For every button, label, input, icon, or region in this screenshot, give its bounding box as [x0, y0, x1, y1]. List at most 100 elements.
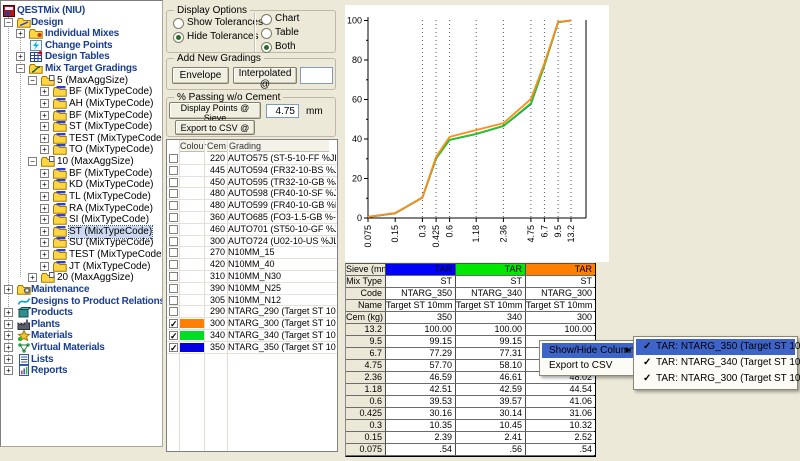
expand-toggle-icon[interactable]: + [40, 215, 49, 224]
interpolated-button[interactable]: Interpolated @ [233, 67, 297, 84]
tree-item-st-mixtypecode[interactable]: +ST (MixTypeCode) [1, 121, 163, 133]
expand-toggle-icon[interactable]: − [16, 64, 25, 73]
expand-toggle-icon[interactable]: + [40, 111, 49, 120]
grading-row-auto701-st50-10-gf-je-je[interactable]: 460 AUTO701 (ST50-10-GF %JE-Jes [167, 224, 337, 236]
expand-toggle-icon[interactable]: + [40, 250, 49, 259]
submenu-item-tar-ntarg-350-target-st-10mm[interactable]: ✓TAR: NTARG_350 (Target ST 10mm) [636, 339, 795, 355]
row-checkbox[interactable] [169, 237, 178, 246]
row-checkbox[interactable] [169, 166, 178, 175]
tree-item-su-mixtypecode[interactable]: +SU (MixTypeCode) [1, 237, 163, 249]
row-checkbox[interactable] [169, 178, 178, 187]
grading-row-auto599-fr40-10-gb-le-je[interactable]: 480 AUTO599 (FR40-10-GB %LE-Jes [167, 200, 337, 212]
tree-item-qestmix-niu[interactable]: QESTMix (NIU) [1, 5, 163, 17]
grading-row-auto724-u02-10-us-jl-jes[interactable]: 300 AUTO724 (U02-10-US %JL-Jes [167, 236, 337, 248]
expand-toggle-icon[interactable]: + [16, 29, 25, 38]
grading-row-auto598-fr40-10-sf-je-je[interactable]: 480 AUTO598 (FR40-10-SF %JE-Jes [167, 188, 337, 200]
tree-item-products[interactable]: +Products [1, 307, 163, 319]
tree-item-10-maxaggsize[interactable]: −10 (MaxAggSize) [1, 156, 163, 168]
grading-row-ntarg-300-target-st-10mm[interactable]: ✓ 300 NTARG_300 (Target ST 10mm) [167, 318, 337, 330]
tree-item-reports[interactable]: +Reports [1, 365, 163, 377]
expand-toggle-icon[interactable]: + [4, 343, 13, 352]
expand-toggle-icon[interactable]: + [40, 227, 49, 236]
grading-row-n10mm-n25[interactable]: 390 N10MM_N25 [167, 283, 337, 295]
expand-toggle-icon[interactable]: − [28, 76, 37, 85]
row-checkbox[interactable] [169, 213, 178, 222]
menu-item-export-to-csv[interactable]: Export to CSV [542, 358, 633, 373]
row-checkbox[interactable] [169, 260, 178, 269]
interpolated-value-input[interactable] [300, 67, 333, 84]
expand-toggle-icon[interactable]: + [4, 366, 13, 375]
expand-toggle-icon[interactable]: + [40, 134, 49, 143]
row-checkbox[interactable] [169, 201, 178, 210]
show-tolerances-radio[interactable]: Show Tolerances [173, 17, 263, 29]
row-checkbox[interactable] [169, 307, 178, 316]
chart-radio[interactable]: Chart [261, 13, 299, 25]
expand-toggle-icon[interactable]: + [28, 273, 37, 282]
row-checkbox[interactable] [169, 272, 178, 281]
expand-toggle-icon[interactable]: + [40, 145, 49, 154]
tree-item-si-mixtypecode[interactable]: +SI (MixTypeCode) [1, 214, 163, 226]
menu-item-show-hide-columns[interactable]: Show/Hide Columns▶ [542, 343, 633, 358]
expand-toggle-icon[interactable]: + [4, 331, 13, 340]
row-checkbox[interactable] [169, 284, 178, 293]
row-checkbox[interactable] [169, 189, 178, 198]
envelope-button[interactable]: Envelope [172, 67, 229, 84]
grading-row-n10mm-40[interactable]: 420 N10MM_40 [167, 259, 337, 271]
expand-toggle-icon[interactable]: + [40, 238, 49, 247]
grading-row-n10mm-n12[interactable]: 305 N10MM_N12 [167, 295, 337, 307]
navigation-tree[interactable]: QESTMix (NIU)−Design+Individual MixesCha… [0, 0, 163, 447]
tree-item-ah-mixtypecode[interactable]: +AH (MixTypeCode) [1, 98, 163, 110]
expand-toggle-icon[interactable]: + [4, 355, 13, 364]
row-checkbox[interactable]: ✓ [169, 331, 178, 340]
grading-row-auto685-fo3-1-5-gb-f-jes[interactable]: 360 AUTO685 (FO3-1.5-GB %-F-Jes [167, 212, 337, 224]
grading-row-ntarg-290-target-st-10mm[interactable]: 290 NTARG_290 (Target ST 10mm) [167, 306, 337, 318]
submenu-item-tar-ntarg-300-target-st-10mm[interactable]: ✓TAR: NTARG_300 (Target ST 10mm) [636, 371, 795, 387]
expand-toggle-icon[interactable]: + [40, 99, 49, 108]
expand-toggle-icon[interactable]: + [4, 320, 13, 329]
grading-row-auto575-st-5-10-ff-je-je[interactable]: 220 AUTO575 (ST-5-10-FF %JE-Jes [167, 153, 337, 165]
tree-item-to-mixtypecode[interactable]: +TO (MixTypeCode) [1, 144, 163, 156]
grading-row-ntarg-350-target-st-10mm[interactable]: ✓ 350 NTARG_350 (Target ST 10mm) [167, 342, 337, 354]
tree-item-design-tables[interactable]: +●Design Tables [1, 51, 163, 63]
grading-row-ntarg-340-target-st-10mm[interactable]: ✓ 340 NTARG_340 (Target ST 10mm) [167, 330, 337, 342]
submenu-item-tar-ntarg-340-target-st-10mm[interactable]: ✓TAR: NTARG_340 (Target ST 10mm) [636, 355, 795, 371]
expand-toggle-icon[interactable]: + [4, 285, 13, 294]
row-checkbox[interactable] [169, 154, 178, 163]
export-csv-at-button[interactable]: Export to CSV @ [175, 120, 255, 135]
expand-toggle-icon[interactable]: + [40, 204, 49, 213]
display-points-button[interactable]: Display Points @ Sieve [169, 102, 261, 119]
expand-toggle-icon[interactable]: + [4, 308, 13, 317]
expand-toggle-icon[interactable]: + [40, 87, 49, 96]
expand-toggle-icon[interactable]: + [40, 122, 49, 131]
expand-toggle-icon[interactable]: + [40, 262, 49, 271]
expand-toggle-icon[interactable]: − [28, 157, 37, 166]
grading-row-n10mm-15[interactable]: 270 N10MM_15 [167, 247, 337, 259]
sieve-size-input[interactable] [266, 104, 299, 118]
expand-toggle-icon[interactable]: − [4, 18, 13, 27]
tree-item-materials[interactable]: +Materials [1, 330, 163, 342]
tree-item-mix-target-gradings[interactable]: −Mix Target Gradings [1, 63, 163, 75]
grading-row-auto595-tr32-10-gb-jl-je[interactable]: 450 AUTO595 (TR32-10-GB %JL-Jes [167, 177, 337, 189]
tree-item-maintenance[interactable]: +Maintenance [1, 284, 163, 296]
tree-item-virtual-materials[interactable]: +Virtual Materials [1, 342, 163, 354]
table-radio[interactable]: Table [261, 27, 299, 39]
tree-item-kd-mixtypecode[interactable]: +KD (MixTypeCode) [1, 179, 163, 191]
grading-row-auto594-fr32-10-bs-je-je[interactable]: 445 AUTO594 (FR32-10-BS %JE-Jes [167, 165, 337, 177]
both-radio[interactable]: Both [261, 41, 296, 53]
tree-item-test-mixtypecode[interactable]: +TEST (MixTypeCode) [1, 249, 163, 261]
expand-toggle-icon[interactable]: + [16, 52, 25, 61]
expand-toggle-icon[interactable]: + [40, 180, 49, 189]
tree-item-20-maxaggsize[interactable]: +20 (MaxAggSize) [1, 272, 163, 284]
expand-toggle-icon[interactable]: + [40, 192, 49, 201]
row-checkbox[interactable] [169, 296, 178, 305]
row-checkbox[interactable]: ✓ [169, 319, 178, 328]
hide-tolerances-radio[interactable]: Hide Tolerances [173, 31, 259, 43]
expand-toggle-icon[interactable]: + [40, 169, 49, 178]
tree-item-bf-mixtypecode[interactable]: +BF (MixTypeCode) [1, 86, 163, 98]
tree-item-tl-mixtypecode[interactable]: +TL (MixTypeCode) [1, 191, 163, 203]
row-checkbox[interactable] [169, 225, 178, 234]
grading-row-n10mm-n30[interactable]: 310 N10MM_N30 [167, 271, 337, 283]
tree-item-individual-mixes[interactable]: +Individual Mixes [1, 28, 163, 40]
row-checkbox[interactable] [169, 248, 178, 257]
grading-list[interactable]: Colour Cem Grading 220 AUTO575 (ST-5-10-… [166, 139, 338, 452]
